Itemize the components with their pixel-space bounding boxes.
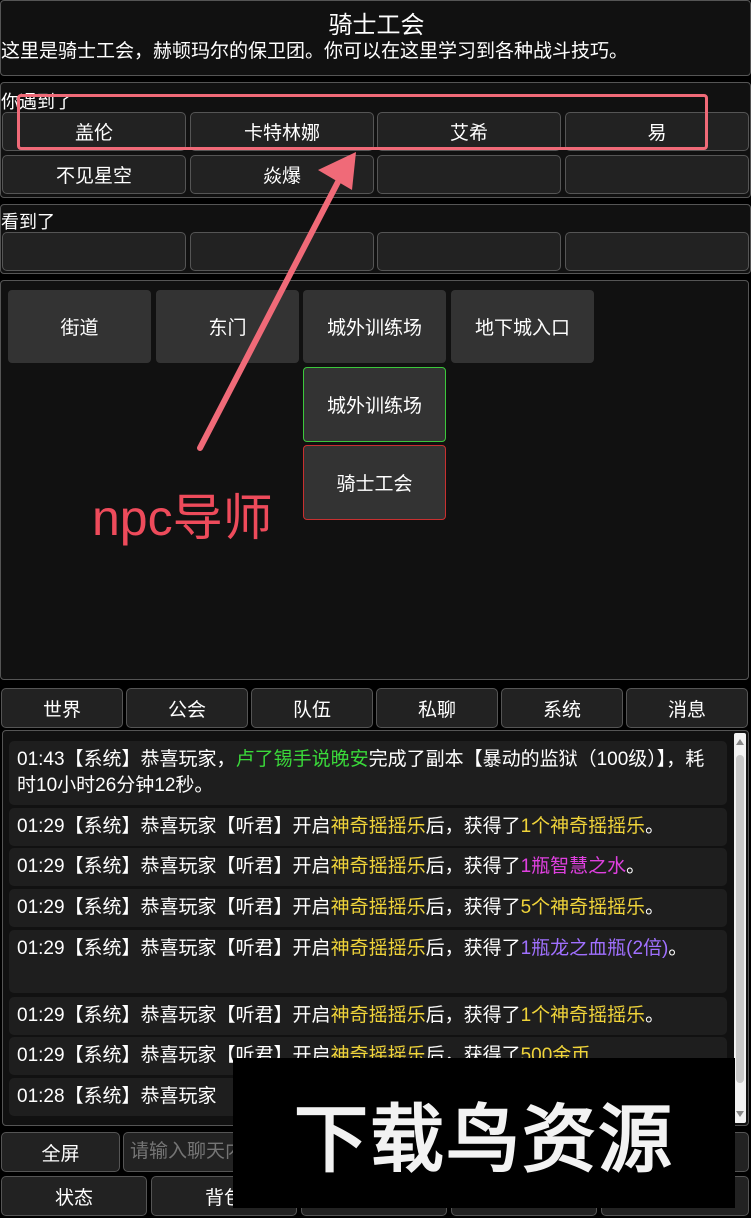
message-prefix: 【系统】恭喜玩家，: [64, 749, 236, 770]
annotation-highlight-box: [17, 94, 708, 150]
seen-slot-1[interactable]: [2, 232, 186, 271]
message-prefix: 【系统】恭喜玩家【听君】开启: [64, 938, 331, 959]
message-middle: 后，获得了: [425, 897, 521, 918]
watermark-overlay: 下载鸟资源: [233, 1058, 735, 1208]
map-current-location[interactable]: 骑士工会: [303, 445, 446, 520]
npc-button-empty-2[interactable]: [565, 155, 749, 194]
chat-tab-system[interactable]: 系统: [501, 688, 623, 728]
message-time: 01:29: [17, 856, 65, 877]
nav-status[interactable]: 状态: [1, 1176, 147, 1216]
message-middle: 后，获得了: [425, 1005, 521, 1026]
message-highlight-player-or-item: 神奇摇摇乐: [330, 856, 426, 877]
message-time: 01:29: [17, 1005, 65, 1026]
seen-slot-4[interactable]: [565, 232, 749, 271]
fullscreen-button[interactable]: 全屏: [1, 1132, 120, 1172]
chat-message: 01:29【系统】恭喜玩家【听君】开启神奇摇摇乐后，获得了1瓶龙之血瓶(2倍)。: [9, 930, 727, 993]
message-suffix: 。: [626, 856, 646, 877]
chat-tab-team[interactable]: 队伍: [251, 688, 373, 728]
map-exit-east-gate[interactable]: 东门: [156, 290, 299, 363]
scroll-up-arrow-icon[interactable]: [736, 739, 744, 745]
map-exit-training-ground-north[interactable]: 城外训练场: [303, 367, 446, 442]
message-suffix: 。: [645, 1005, 665, 1026]
message-time: 01:29: [17, 938, 65, 959]
message-prefix: 【系统】恭喜玩家【听君】开启: [64, 816, 331, 837]
message-highlight-player-or-item: 神奇摇摇乐: [330, 938, 426, 959]
message-highlight-reward: 1瓶龙之血瓶(2倍): [520, 938, 669, 959]
message-highlight-player-or-item: 卢了锡手说晚安: [235, 749, 369, 770]
map-exit-training-ground[interactable]: 城外训练场: [303, 290, 446, 363]
message-highlight-reward: 1瓶智慧之水: [520, 856, 627, 877]
message-middle: 后，获得了: [425, 938, 521, 959]
message-prefix: 【系统】恭喜玩家【听君】开启: [64, 1005, 331, 1026]
seen-slot-2[interactable]: [190, 232, 374, 271]
message-time: 01:28: [17, 1086, 65, 1107]
message-suffix: 。: [645, 897, 665, 918]
npc-button-bujianxingkong[interactable]: 不见星空: [2, 155, 186, 194]
page-title: 骑士工会: [328, 12, 425, 39]
npc-button-empty-1[interactable]: [377, 155, 561, 194]
scroll-down-arrow-icon[interactable]: [736, 1111, 744, 1117]
chat-message: 01:29【系统】恭喜玩家【听君】开启神奇摇摇乐后，获得了1瓶智慧之水。: [9, 848, 727, 886]
message-highlight-reward: 1个神奇摇摇乐: [520, 1005, 646, 1026]
map-exit-street[interactable]: 街道: [8, 290, 151, 363]
chat-tab-world[interactable]: 世界: [1, 688, 123, 728]
seen-slot-3[interactable]: [377, 232, 561, 271]
message-highlight-reward: 1个神奇摇摇乐: [520, 816, 646, 837]
header-panel: 骑士工会 这里是骑士工会，赫顿玛尔的保卫团。你可以在这里学习到各种战斗技巧。: [0, 0, 751, 76]
scroll-thumb[interactable]: [736, 755, 744, 1083]
message-time: 01:29: [17, 1045, 65, 1066]
message-highlight-player-or-item: 神奇摇摇乐: [330, 897, 426, 918]
chat-tab-messages[interactable]: 消息: [626, 688, 748, 728]
message-time: 01:29: [17, 816, 65, 837]
message-prefix: 【系统】恭喜玩家【听君】开启: [64, 856, 331, 877]
message-prefix: 【系统】恭喜玩家【听君】开启: [64, 897, 331, 918]
chat-message: 01:29【系统】恭喜玩家【听君】开启神奇摇摇乐后，获得了1个神奇摇摇乐。: [9, 808, 727, 846]
location-description: 这里是骑士工会，赫顿玛尔的保卫团。你可以在这里学习到各种战斗技巧。: [1, 41, 629, 62]
message-time: 01:29: [17, 897, 65, 918]
npc-button-yanbao[interactable]: 焱爆: [190, 155, 374, 194]
message-middle: 后，获得了: [425, 816, 521, 837]
chat-scrollbar[interactable]: [734, 733, 746, 1123]
chat-tab-guild[interactable]: 公会: [126, 688, 248, 728]
seen-label: 看到了: [1, 212, 55, 232]
message-highlight-reward: 5个神奇摇摇乐: [520, 897, 646, 918]
message-middle: 后，获得了: [425, 856, 521, 877]
annotation-label: npc导师: [92, 490, 273, 546]
message-prefix: 【系统】恭喜玩家: [64, 1086, 217, 1107]
watermark-text: 下载鸟资源: [294, 1097, 674, 1181]
message-suffix: 。: [645, 816, 665, 837]
message-suffix: 。: [668, 938, 688, 959]
map-exit-dungeon-entrance[interactable]: 地下城入口: [451, 290, 594, 363]
chat-tab-private[interactable]: 私聊: [376, 688, 498, 728]
chat-message: 01:29【系统】恭喜玩家【听君】开启神奇摇摇乐后，获得了5个神奇摇摇乐。: [9, 889, 727, 927]
message-highlight-player-or-item: 神奇摇摇乐: [330, 1005, 426, 1026]
message-highlight-player-or-item: 神奇摇摇乐: [330, 816, 426, 837]
chat-message: 01:43【系统】恭喜玩家，卢了锡手说晚安完成了副本【暴动的监狱（100级）】，…: [9, 741, 727, 805]
message-time: 01:43: [17, 749, 65, 770]
chat-message: 01:29【系统】恭喜玩家【听君】开启神奇摇摇乐后，获得了1个神奇摇摇乐。: [9, 997, 727, 1035]
